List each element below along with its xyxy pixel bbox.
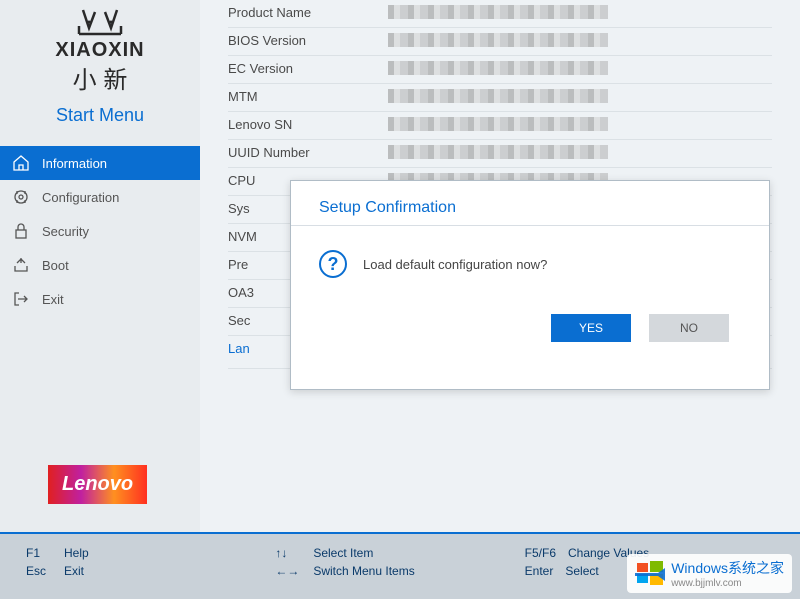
sidebar: XIAOXIN 小 新 Start Menu Information Confi…: [0, 0, 200, 532]
nav-label: Security: [42, 224, 89, 239]
no-button[interactable]: NO: [649, 314, 729, 342]
info-row-product-name: Product Name: [228, 0, 772, 28]
info-row-bios-version: BIOS Version: [228, 28, 772, 56]
hint-switch-menu: ←→Switch Menu Items: [275, 562, 524, 580]
home-icon: [12, 154, 30, 172]
watermark-text: Windows系统之家: [671, 558, 784, 578]
watermark: Windows系统之家 www.bjjmlv.com: [627, 554, 792, 593]
info-row-lenovo-sn: Lenovo SN: [228, 112, 772, 140]
nav-label: Information: [42, 156, 107, 171]
watermark-url: www.bjjmlv.com: [671, 578, 784, 589]
dialog-title: Setup Confirmation: [291, 181, 769, 226]
nav-information[interactable]: Information: [0, 146, 200, 180]
lenovo-logo: Lenovo: [48, 465, 147, 504]
hint-exit: EscExit: [26, 562, 275, 580]
dialog-message: Load default configuration now?: [363, 257, 547, 272]
nav-exit[interactable]: Exit: [0, 282, 200, 316]
info-row-ec-version: EC Version: [228, 56, 772, 84]
brand-logo: XIAOXIN 小 新 Start Menu: [0, 8, 200, 126]
boot-icon: [12, 256, 30, 274]
xiaoxin-cat-icon: [75, 8, 125, 36]
yes-button[interactable]: YES: [551, 314, 631, 342]
config-icon: [12, 188, 30, 206]
nav-boot[interactable]: Boot: [0, 248, 200, 282]
brand-name-cn: 小 新: [15, 60, 185, 95]
lock-icon: [12, 222, 30, 240]
nav-label: Boot: [42, 258, 69, 273]
windows-icon: [635, 559, 665, 589]
info-row-mtm: MTM: [228, 84, 772, 112]
nav-menu: Information Configuration Security Boot …: [0, 146, 200, 316]
info-row-uuid: UUID Number: [228, 140, 772, 168]
exit-icon: [12, 290, 30, 308]
start-menu-label: Start Menu: [15, 105, 185, 126]
nav-label: Exit: [42, 292, 64, 307]
nav-label: Configuration: [42, 190, 119, 205]
hint-help: F1Help: [26, 544, 275, 562]
confirmation-dialog: Setup Confirmation ? Load default config…: [290, 180, 770, 390]
nav-configuration[interactable]: Configuration: [0, 180, 200, 214]
hint-select-item: ↑↓Select Item: [275, 544, 524, 562]
nav-security[interactable]: Security: [0, 214, 200, 248]
question-icon: ?: [319, 250, 347, 278]
brand-name-en: XIAOXIN: [15, 39, 185, 62]
